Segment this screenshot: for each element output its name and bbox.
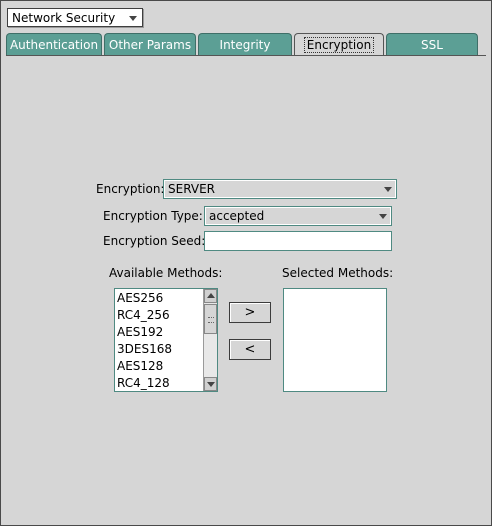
network-security-dropdown-value: Network Security (12, 11, 116, 25)
list-item[interactable]: RC4_256 (115, 307, 203, 324)
encryption-dropdown-value: SERVER (168, 182, 216, 196)
tab-other-params[interactable]: Other Params (104, 33, 196, 55)
list-item[interactable]: AES256 (115, 290, 203, 307)
tab-ssl[interactable]: SSL (386, 33, 478, 55)
grip-icon (208, 317, 214, 323)
tab-integrity[interactable]: Integrity (198, 33, 292, 55)
chevron-down-icon (384, 187, 392, 192)
selected-methods-list[interactable] (283, 288, 387, 392)
selected-methods-label: Selected Methods: (282, 266, 394, 280)
chevron-down-icon (379, 214, 387, 219)
encryption-type-label: Encryption Type: (103, 209, 203, 223)
scroll-thumb[interactable] (204, 304, 217, 334)
tab-authentication-label: Authentication (9, 38, 99, 52)
scroll-down-button[interactable] (204, 377, 217, 391)
encryption-seed-field[interactable] (204, 231, 392, 251)
triangle-up-icon (207, 293, 215, 298)
top-bar: Network Security (1, 1, 490, 33)
chevron-down-icon (129, 16, 137, 21)
tab-authentication[interactable]: Authentication (6, 33, 102, 55)
network-security-dropdown[interactable]: Network Security (7, 8, 143, 27)
list-item[interactable]: AES192 (115, 324, 203, 341)
triangle-down-icon (207, 382, 215, 387)
encryption-dropdown[interactable]: SERVER (163, 179, 397, 199)
encryption-type-dropdown-value: accepted (209, 209, 265, 223)
tab-integrity-label: Integrity (219, 38, 271, 52)
vertical-scrollbar[interactable] (203, 289, 217, 391)
encryption-type-dropdown[interactable]: accepted (204, 206, 392, 226)
tab-encryption[interactable]: Encryption (294, 33, 384, 55)
encryption-panel: Encryption: SERVER Encryption Type: acce… (6, 55, 486, 520)
tab-bar: Authentication Other Params Integrity En… (6, 33, 486, 55)
list-item[interactable]: RC4_128 (115, 375, 203, 391)
add-method-button[interactable]: > (229, 302, 271, 323)
available-methods-label: Available Methods: (109, 266, 223, 280)
available-methods-list[interactable]: AES256 RC4_256 AES192 3DES168 AES128 RC4… (114, 288, 218, 392)
list-item[interactable]: 3DES168 (115, 341, 203, 358)
tab-ssl-label: SSL (421, 38, 443, 52)
scroll-up-button[interactable] (204, 289, 217, 303)
list-item[interactable]: AES128 (115, 358, 203, 375)
tab-other-params-label: Other Params (108, 38, 192, 52)
encryption-label: Encryption: (96, 182, 165, 196)
encryption-seed-label: Encryption Seed: (103, 234, 206, 248)
remove-method-button[interactable]: < (229, 339, 271, 360)
tab-encryption-label: Encryption (303, 37, 375, 53)
